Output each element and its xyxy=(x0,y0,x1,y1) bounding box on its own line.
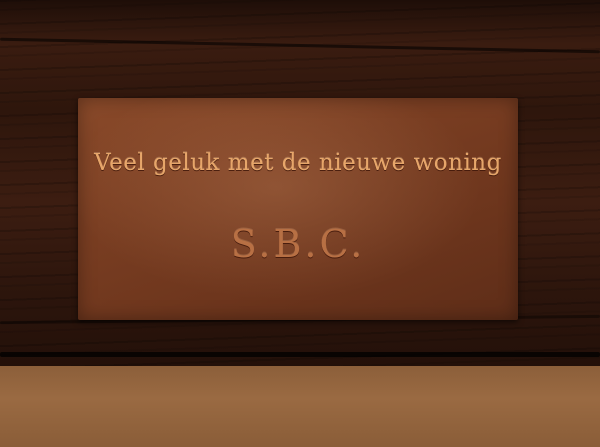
plaque-initials: S.B.C. xyxy=(230,222,366,266)
brass-plaque: Veel geluk met de nieuwe woning S.B.C. xyxy=(78,98,518,320)
wood-grain-crack xyxy=(0,37,600,54)
beam-edge-shadow xyxy=(0,352,600,357)
wall-surface xyxy=(0,366,600,447)
plaque-inscription: Veel geluk met de nieuwe woning xyxy=(94,150,502,176)
photo-scene: Veel geluk met de nieuwe woning S.B.C. xyxy=(0,0,600,447)
